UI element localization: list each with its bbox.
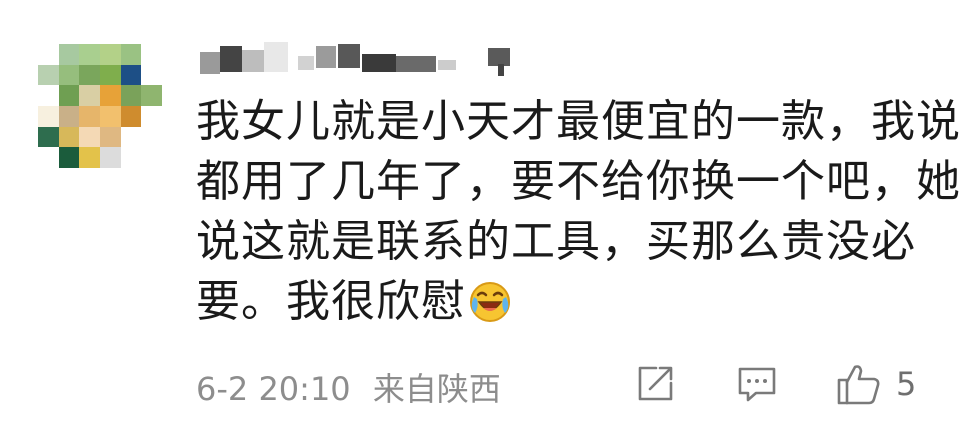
avatar-pixel [141, 147, 162, 168]
avatar-pixel [99, 126, 121, 148]
thumbs-up-icon [836, 362, 882, 406]
like-button[interactable]: 5 [836, 362, 916, 406]
comment-location: 来自陕西 [372, 370, 501, 408]
avatar-pixel [120, 105, 142, 127]
avatar[interactable] [38, 44, 162, 168]
avatar-pixel [141, 64, 162, 86]
username-pixelated[interactable] [198, 40, 528, 80]
avatar-pixel [38, 44, 59, 65]
avatar-pixel [38, 147, 59, 168]
comment-text-line: 要。我很欣慰 [196, 272, 936, 332]
reply-button[interactable] [736, 362, 778, 406]
avatar-pixel [99, 64, 121, 86]
avatar-pixel [58, 64, 80, 86]
like-count: 5 [896, 365, 917, 403]
avatar-pixel [38, 126, 59, 148]
share-button[interactable] [634, 362, 676, 406]
avatar-pixel [38, 64, 59, 86]
avatar-pixel [79, 126, 100, 148]
avatar-pixel [99, 147, 121, 168]
avatar-pixel [141, 44, 162, 65]
avatar-pixel [120, 44, 142, 65]
avatar-pixel [38, 105, 59, 127]
avatar-pixel [99, 105, 121, 127]
avatar-pixel [120, 147, 142, 168]
comment-date: 6-2 20:10 [196, 370, 351, 408]
avatar-pixel [79, 105, 100, 127]
avatar-pixel [99, 85, 121, 106]
avatar-pixel [58, 85, 80, 106]
avatar-pixel [79, 44, 100, 65]
avatar-pixel [141, 85, 162, 106]
avatar-pixel [120, 85, 142, 106]
avatar-pixel [79, 85, 100, 106]
avatar-pixel [38, 85, 59, 106]
share-icon [634, 363, 676, 405]
avatar-pixel [58, 126, 80, 148]
comment-card: 我女儿就是小天才最便宜的一款，我说 都用了几年了，要不给你换一个吧，她 说这就是… [0, 0, 960, 446]
comment-text-line: 都用了几年了，要不给你换一个吧，她 [196, 156, 960, 207]
avatar-pixel [99, 44, 121, 65]
avatar-pixel [141, 105, 162, 127]
comment-text-line: 我女儿就是小天才最便宜的一款，我说 [196, 96, 960, 147]
comment-text-line-content: 要。我很欣慰 [196, 276, 466, 327]
comment-text-line: 说这就是联系的工具，买那么贵没必 [196, 216, 916, 267]
avatar-pixel [79, 147, 100, 168]
comment-text: 我女儿就是小天才最便宜的一款，我说 都用了几年了，要不给你换一个吧，她 说这就是… [196, 92, 960, 332]
avatar-pixel [58, 44, 80, 65]
avatar-pixel [120, 126, 142, 148]
avatar-pixel [79, 64, 100, 86]
avatar-pixel [58, 105, 80, 127]
avatar-pixel [141, 126, 162, 148]
comment-icon [736, 363, 778, 405]
comment-meta: 6-2 20:10 来自陕西 [196, 364, 501, 410]
comment-footer: 6-2 20:10 来自陕西 5 [196, 362, 936, 408]
avatar-pixel [120, 64, 142, 86]
avatar-pixel [58, 147, 80, 168]
laughing-crying-emoji-icon [468, 280, 512, 324]
